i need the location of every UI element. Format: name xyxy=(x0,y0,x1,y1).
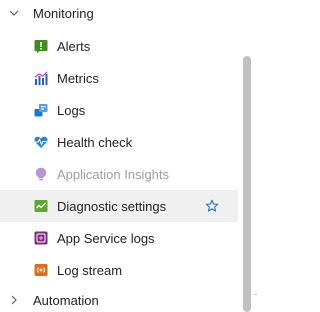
menu-item-label: Logs xyxy=(57,102,86,118)
menu-item-diagnostic-settings[interactable]: Diagnostic settings xyxy=(0,190,238,222)
menu-item-app-service-logs[interactable]: App Service logs xyxy=(0,222,238,254)
logs-icon xyxy=(34,103,48,117)
menu-item-metrics[interactable]: Metrics xyxy=(0,62,238,94)
menu-item-label: Metrics xyxy=(57,70,99,86)
menu-item-label: Diagnostic settings xyxy=(57,198,167,214)
chevron-down-icon xyxy=(8,7,20,19)
menu-item-label: Log stream xyxy=(57,262,123,278)
scrollbar-edge xyxy=(254,294,257,295)
chevron-right-icon xyxy=(8,294,20,306)
health-check-icon xyxy=(34,135,48,149)
menu-item-logs[interactable]: Logs xyxy=(0,94,238,126)
diagnostic-settings-icon xyxy=(34,199,48,213)
menu-item-alerts[interactable]: Alerts xyxy=(0,30,238,62)
scrollbar-thumb[interactable] xyxy=(243,56,251,312)
metrics-icon xyxy=(34,71,48,85)
group-label-monitoring: Monitoring xyxy=(33,5,94,21)
menu-item-label: App Service logs xyxy=(57,230,155,246)
resource-menu: Monitoring Alerts Metrics Logs Health ch… xyxy=(0,0,238,312)
group-monitoring[interactable]: Monitoring xyxy=(0,1,238,25)
log-stream-icon xyxy=(34,263,48,277)
menu-item-label: Application Insights xyxy=(57,166,170,182)
menu-item-label: Health check xyxy=(57,134,133,150)
group-automation[interactable]: Automation xyxy=(0,288,238,312)
favorite-star-icon[interactable] xyxy=(205,199,219,213)
application-insights-icon xyxy=(34,167,48,181)
menu-item-label: Alerts xyxy=(57,38,91,54)
alerts-icon xyxy=(34,39,48,53)
menu-item-application-insights[interactable]: Application Insights xyxy=(0,158,238,190)
menu-item-health-check[interactable]: Health check xyxy=(0,126,238,158)
menu-item-log-stream[interactable]: Log stream xyxy=(0,254,238,286)
group-label-automation: Automation xyxy=(33,292,99,308)
app-service-logs-icon xyxy=(34,231,48,245)
